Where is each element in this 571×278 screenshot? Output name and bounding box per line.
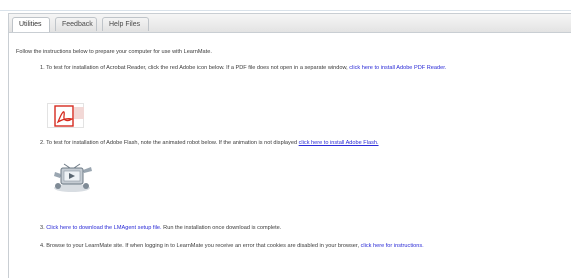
cookie-instructions-link[interactable]: click here for instructions. — [361, 243, 424, 249]
step-1: 1. To test for installation of Acrobat R… — [40, 65, 446, 71]
step-4: 4. Browse to your LearnMate site. If whe… — [40, 243, 424, 249]
step-3: 3. Click here to download the LMAgent se… — [40, 225, 281, 231]
tab-feedback[interactable]: Feedback — [55, 17, 97, 31]
adobe-reader-icon[interactable] — [47, 103, 84, 128]
utilities-panel: Utilities Feedback Help Files Follow the… — [8, 13, 571, 278]
flash-robot-icon[interactable] — [50, 160, 96, 194]
browser-top-strip — [0, 0, 571, 11]
install-adobe-flash-link[interactable]: click here to install Adobe Flash. — [299, 140, 379, 146]
step-4-text: 4. Browse to your LearnMate site. If whe… — [40, 243, 361, 249]
tab-help-files[interactable]: Help Files — [102, 17, 149, 31]
step-1-text: 1. To test for installation of Acrobat R… — [40, 65, 350, 71]
step-3-text: Run the installation once download is co… — [161, 225, 282, 231]
download-lmagent-link[interactable]: Click here to download the LMAgent setup… — [46, 225, 161, 231]
tab-utilities[interactable]: Utilities — [12, 17, 50, 32]
step-2-text: 2. To test for installation of Adobe Fla… — [40, 140, 299, 146]
tab-bar: Utilities Feedback Help Files — [9, 14, 571, 33]
intro-text: Follow the instructions below to prepare… — [16, 49, 212, 55]
step-2: 2. To test for installation of Adobe Fla… — [40, 140, 379, 146]
install-adobe-reader-link[interactable]: click here to install Adobe PDF Reader. — [349, 65, 446, 71]
tab-content: Follow the instructions below to prepare… — [9, 33, 571, 278]
